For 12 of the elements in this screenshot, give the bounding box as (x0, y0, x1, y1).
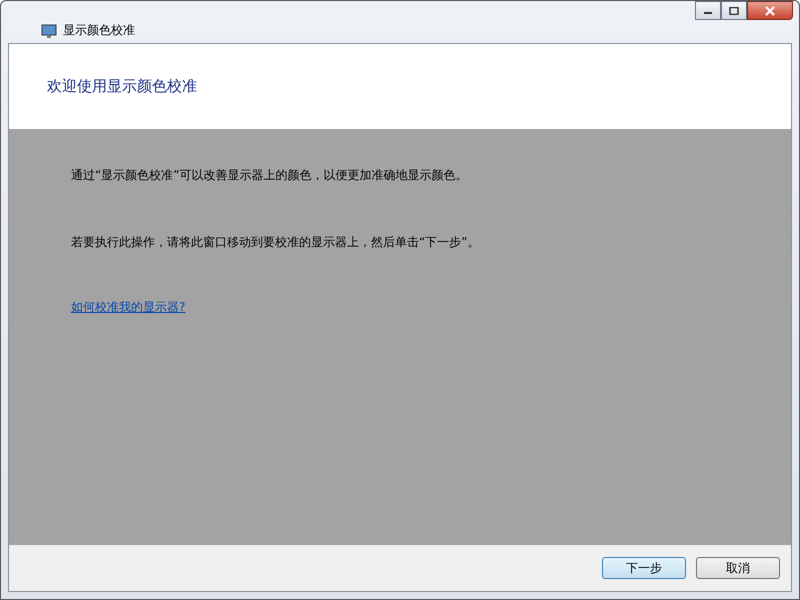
monitor-icon (41, 23, 57, 39)
next-button[interactable]: 下一步 (602, 557, 686, 579)
cancel-button[interactable]: 取消 (696, 557, 780, 579)
window-title: 显示颜色校准 (63, 22, 135, 39)
maximize-button[interactable] (721, 1, 747, 20)
maximize-icon (729, 6, 739, 14)
page-heading: 欢迎使用显示颜色校准 (47, 77, 197, 96)
paragraph: 若要执行此操作，请将此窗口移动到要校准的显示器上，然后单击“下一步”。 (71, 234, 480, 251)
paragraph: 通过“显示颜色校准”可以改善显示器上的颜色，以便更加准确地显示颜色。 (71, 167, 468, 184)
close-icon (764, 6, 776, 16)
close-button[interactable] (747, 1, 793, 20)
minimize-button[interactable] (695, 1, 721, 20)
